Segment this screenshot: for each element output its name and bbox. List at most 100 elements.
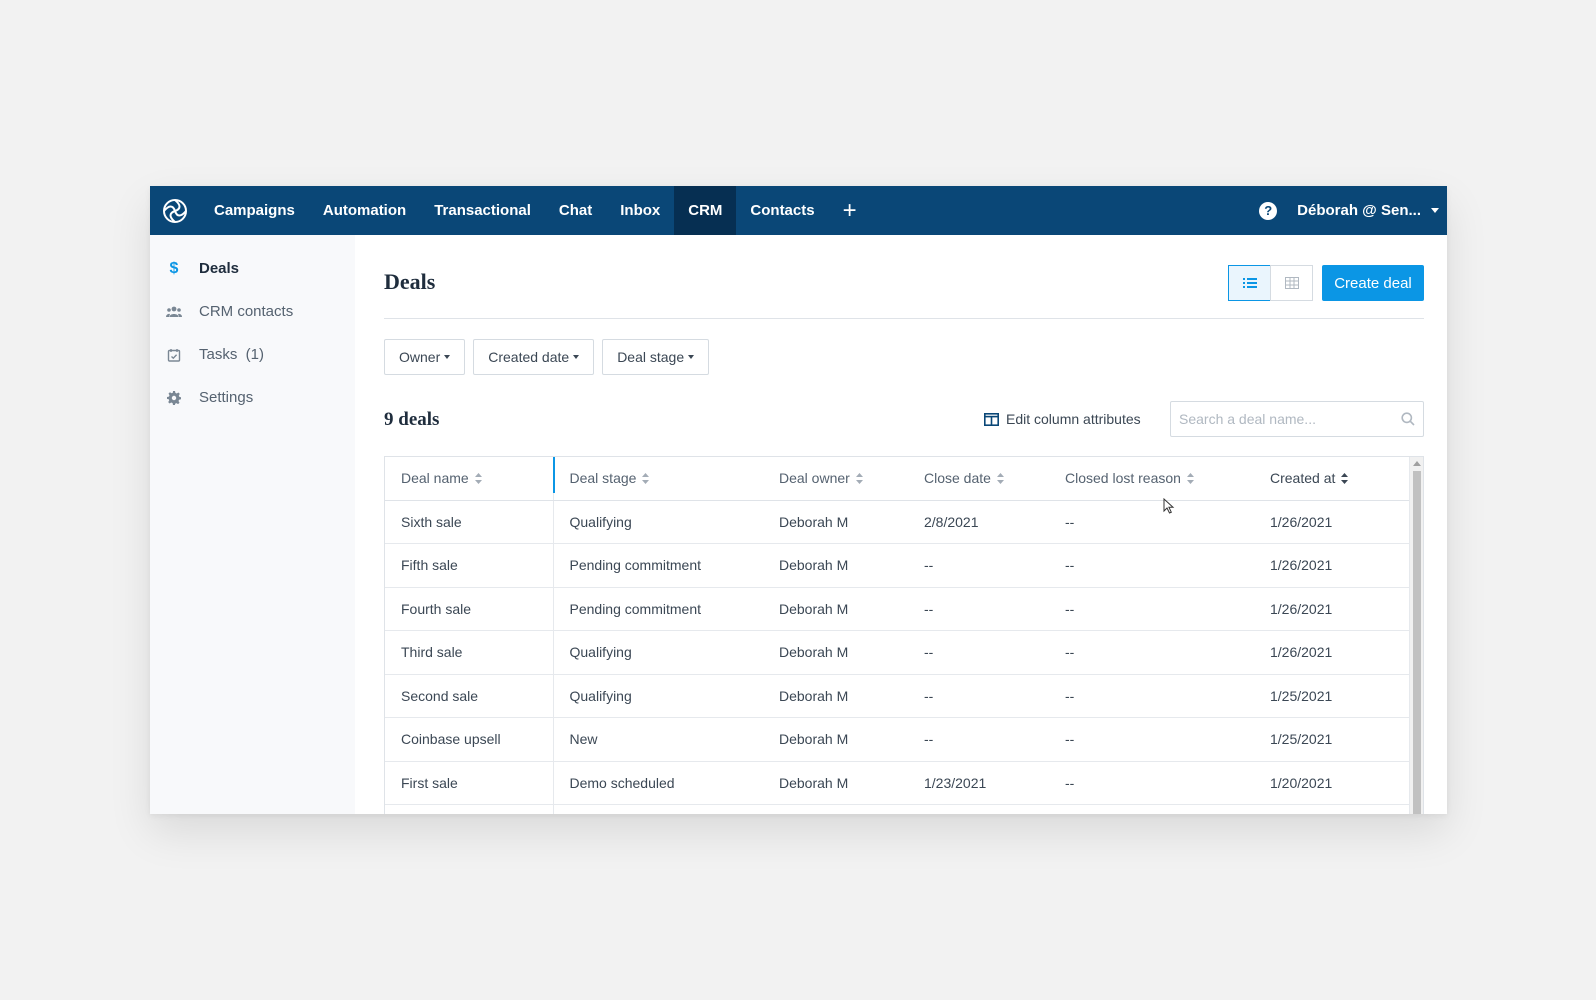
sidebar-item-label: Deals [199, 260, 240, 277]
cell-deal-owner: Deborah M [763, 543, 908, 588]
cell-deal-stage: Qualifying [553, 674, 763, 718]
sort-icon [996, 471, 1004, 487]
cell-close-date [908, 804, 1049, 814]
cell-closed-lost-reason [1049, 804, 1254, 814]
edit-columns-label: Edit column attributes [1006, 411, 1141, 427]
table-scrollbar[interactable] [1409, 457, 1423, 814]
cell-close-date: 1/23/2021 [908, 761, 1049, 805]
edit-column-attributes-button[interactable]: Edit column attributes [984, 411, 1141, 427]
cell-close-date: -- [908, 674, 1049, 718]
sidebar-item-settings[interactable]: Settings [150, 376, 355, 419]
cell-close-date: -- [908, 587, 1049, 631]
table-row[interactable]: Sixth sale Qualifying Deborah M 2/8/2021… [385, 500, 1410, 544]
filter-label: Owner [399, 349, 441, 365]
cell-closed-lost-reason: -- [1049, 674, 1254, 718]
column-header-close-date[interactable]: Close date [908, 457, 1049, 501]
column-header-created-at[interactable]: Created at [1254, 457, 1410, 501]
create-deal-button[interactable]: Create deal [1322, 265, 1424, 301]
sidebar-item-tasks[interactable]: Tasks (1) [150, 333, 355, 376]
nav-automation[interactable]: Automation [309, 186, 420, 235]
page-title: Deals [384, 269, 436, 294]
table-row[interactable] [385, 804, 1410, 814]
filter-label: Deal stage [617, 349, 685, 365]
app-window: Campaigns Automation Transactional Chat … [150, 186, 1447, 814]
user-name: Déborah @ Sen... [1297, 202, 1421, 219]
column-header-label: Closed lost reason [1065, 469, 1181, 486]
created-date-filter-button[interactable]: Created date [473, 339, 595, 375]
cell-created-at: 1/26/2021 [1254, 500, 1410, 544]
cell-deal-name[interactable]: Sixth sale [385, 500, 554, 544]
cell-closed-lost-reason: -- [1049, 761, 1254, 805]
cell-deal-stage: Qualifying [553, 500, 763, 544]
list-view-button[interactable] [1228, 265, 1271, 301]
deal-search-input[interactable] [1179, 411, 1401, 427]
column-header-deal-name[interactable]: Deal name [385, 457, 554, 501]
scroll-up-arrow-icon[interactable] [1413, 461, 1421, 466]
cell-deal-stage: Qualifying [553, 630, 763, 675]
column-header-closed-lost-reason[interactable]: Closed lost reason [1049, 457, 1254, 501]
nav-contacts[interactable]: Contacts [736, 186, 828, 235]
cell-deal-owner: Deborah M [763, 674, 908, 718]
cell-created-at: 1/26/2021 [1254, 543, 1410, 588]
nav-campaigns[interactable]: Campaigns [200, 186, 309, 235]
gear-icon [166, 390, 182, 406]
table-row[interactable]: Fifth sale Pending commitment Deborah M … [385, 543, 1410, 588]
cell-deal-name[interactable]: First sale [385, 761, 554, 805]
cell-created-at: 1/26/2021 [1254, 630, 1410, 675]
column-header-label: Deal stage [569, 469, 637, 486]
cell-closed-lost-reason: -- [1049, 717, 1254, 762]
help-icon[interactable]: ? [1259, 201, 1278, 220]
deal-search-box [1170, 401, 1424, 437]
search-icon[interactable] [1401, 412, 1415, 426]
cell-deal-name[interactable]: Fourth sale [385, 587, 554, 631]
nav-chat[interactable]: Chat [545, 186, 606, 235]
nav-inbox[interactable]: Inbox [606, 186, 674, 235]
chevron-down-icon [573, 355, 580, 359]
table-row[interactable]: Coinbase upsell New Deborah M -- -- 1/25… [385, 717, 1410, 762]
column-header-label: Created at [1270, 469, 1336, 486]
table-header-row: Deal name Deal stage Deal owner Close da… [385, 457, 1410, 501]
column-header-label: Close date [924, 469, 991, 486]
table-row[interactable]: First sale Demo scheduled Deborah M 1/23… [385, 761, 1410, 805]
add-app-plus-icon[interactable]: + [829, 186, 871, 235]
cell-deal-stage: Pending commitment [553, 587, 763, 631]
table-row[interactable]: Fourth sale Pending commitment Deborah M… [385, 587, 1410, 631]
cell-deal-name[interactable] [385, 804, 554, 814]
deal-stage-filter-button[interactable]: Deal stage [602, 339, 710, 375]
table-row[interactable]: Third sale Qualifying Deborah M -- -- 1/… [385, 630, 1410, 675]
brand-logo-icon[interactable] [150, 186, 200, 235]
main-content: Deals Create deal Owner Created date Dea… [384, 235, 1424, 814]
column-header-label: Deal owner [779, 469, 850, 486]
cell-created-at: 1/25/2021 [1254, 674, 1410, 718]
board-view-button[interactable] [1270, 265, 1313, 301]
cell-deal-name[interactable]: Coinbase upsell [385, 717, 554, 762]
nav-crm[interactable]: CRM [674, 186, 737, 235]
chevron-down-icon [444, 355, 451, 359]
table-row[interactable]: Second sale Qualifying Deborah M -- -- 1… [385, 674, 1410, 718]
calendar-check-icon [166, 347, 182, 363]
sidebar-item-label: CRM contacts [199, 303, 294, 320]
sidebar-item-crm-contacts[interactable]: CRM contacts [150, 290, 355, 333]
sidebar-item-deals[interactable]: $ Deals [150, 247, 355, 290]
cell-deal-name[interactable]: Fifth sale [385, 543, 554, 588]
cell-deal-owner [763, 804, 908, 814]
list-icon [1242, 278, 1257, 288]
columns-icon [984, 412, 999, 426]
cell-closed-lost-reason: -- [1049, 587, 1254, 631]
column-resize-handle[interactable] [553, 457, 555, 493]
scrollbar-thumb[interactable] [1413, 471, 1421, 814]
cell-deal-stage: Pending commitment [553, 543, 763, 588]
column-header-deal-owner[interactable]: Deal owner [763, 457, 908, 501]
sort-icon [642, 471, 650, 487]
column-header-deal-stage[interactable]: Deal stage [553, 457, 763, 501]
deal-count: 9 deals [384, 409, 440, 430]
owner-filter-button[interactable]: Owner [384, 339, 466, 375]
cell-deal-owner: Deborah M [763, 717, 908, 762]
cell-deal-name[interactable]: Second sale [385, 674, 554, 718]
nav-transactional[interactable]: Transactional [420, 186, 545, 235]
nav-right-area: ? Déborah @ Sen... [1259, 186, 1447, 235]
deals-table: Deal name Deal stage Deal owner Close da… [385, 457, 1410, 814]
user-menu[interactable]: Déborah @ Sen... [1297, 202, 1447, 219]
cell-deal-name[interactable]: Third sale [385, 630, 554, 675]
chevron-down-icon [688, 355, 695, 359]
